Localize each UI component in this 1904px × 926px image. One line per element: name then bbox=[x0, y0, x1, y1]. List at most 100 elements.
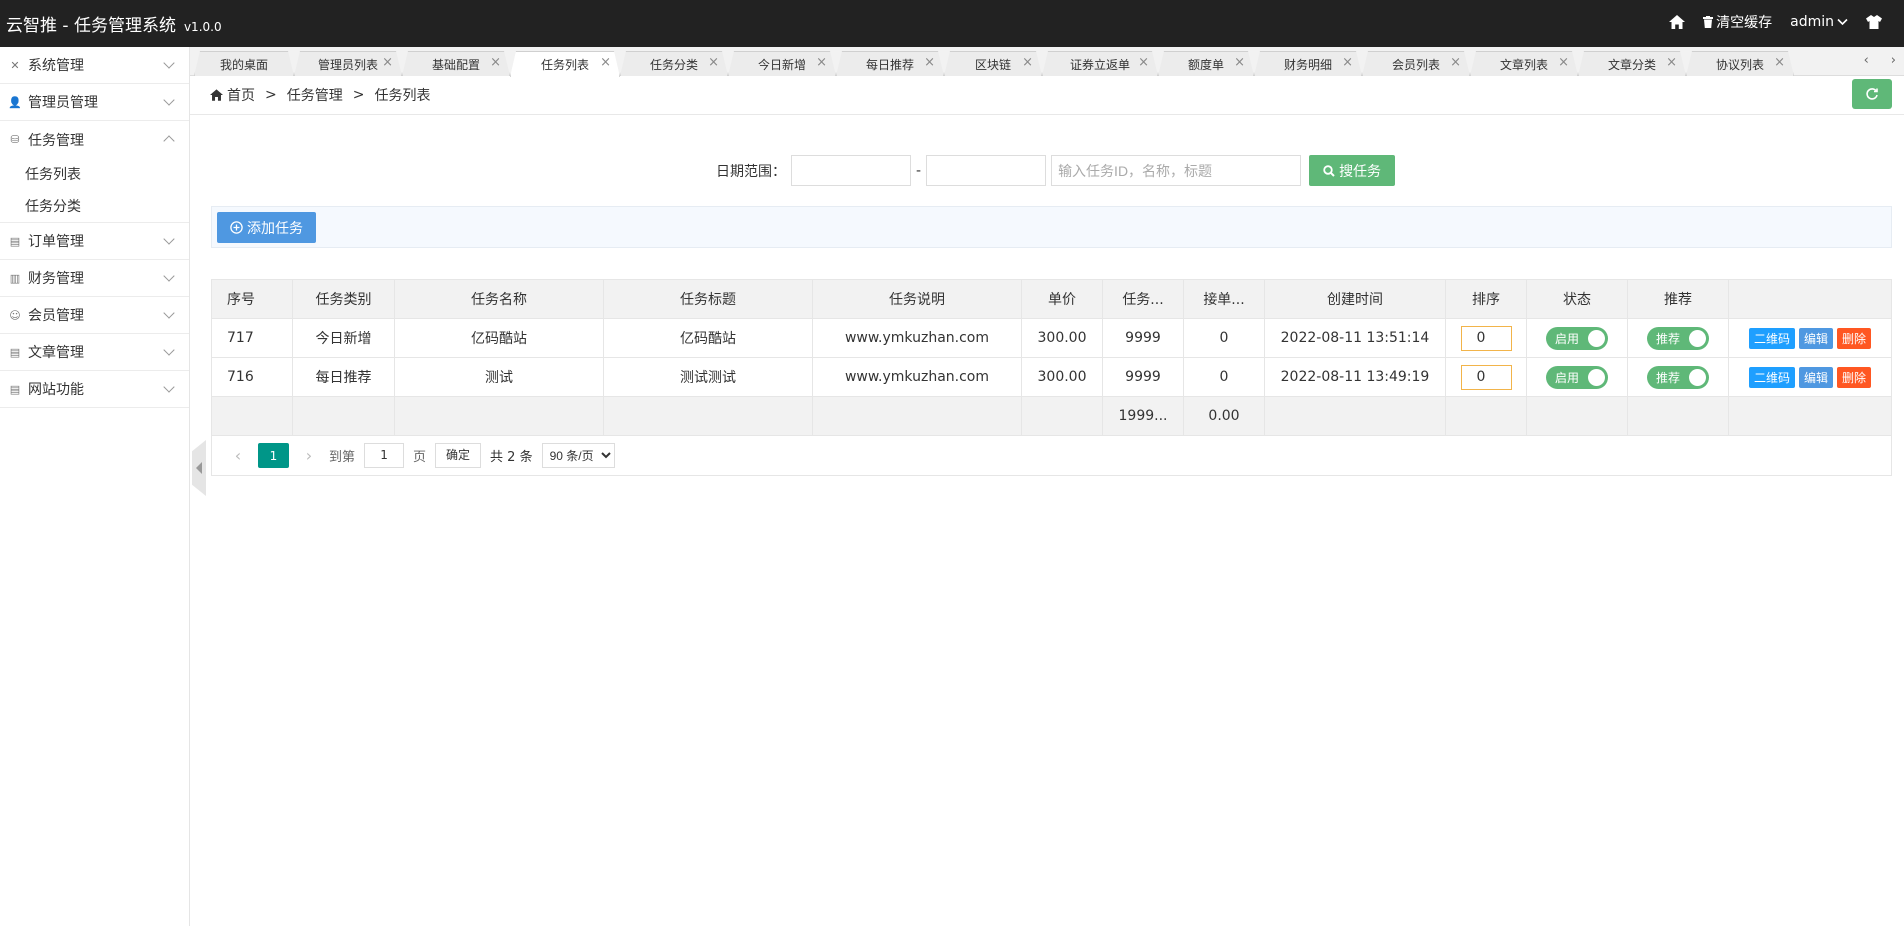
close-icon[interactable]: × bbox=[1342, 55, 1353, 70]
tab-label: 基础配置 bbox=[431, 57, 480, 72]
clear-cache-button[interactable]: 清空缓存 bbox=[1703, 12, 1772, 32]
close-icon[interactable]: × bbox=[708, 55, 719, 70]
col-header-title[interactable]: 任务标题 bbox=[603, 279, 813, 319]
close-icon[interactable]: × bbox=[1666, 55, 1677, 70]
chevron-left-icon[interactable]: ‹ bbox=[1864, 53, 1869, 68]
theme-button[interactable] bbox=[1866, 15, 1882, 29]
qrcode-button[interactable]: 二维码 bbox=[1749, 327, 1795, 349]
prev-page-icon[interactable]: ‹ bbox=[227, 446, 249, 465]
qrcode-button[interactable]: 二维码 bbox=[1749, 366, 1795, 388]
cell-taken: 0 bbox=[1183, 357, 1265, 397]
tab-quota[interactable]: 额度单 × bbox=[1158, 51, 1254, 76]
sort-input[interactable]: 0 bbox=[1460, 364, 1512, 390]
close-icon[interactable]: × bbox=[1138, 55, 1149, 70]
cell-empty bbox=[1728, 396, 1892, 436]
edit-button[interactable]: 编辑 bbox=[1799, 366, 1833, 388]
breadcrumb-home[interactable]: 首页 bbox=[227, 85, 255, 105]
sidebar-subitem-task-category[interactable]: 任务分类 bbox=[0, 190, 189, 223]
app-brand: 云智推 - 任务管理系统 v1.0.0 bbox=[6, 11, 222, 36]
close-icon[interactable]: × bbox=[924, 55, 935, 70]
col-header-id[interactable]: 序号 bbox=[211, 279, 293, 319]
user-name: admin bbox=[1790, 14, 1834, 30]
tab-desktop[interactable]: 我的桌面 bbox=[194, 51, 294, 76]
sidebar-item-site[interactable]: ▤ 网站功能 bbox=[0, 371, 189, 408]
cell-created: 2022-08-11 13:49:19 bbox=[1264, 357, 1446, 397]
app-version: v1.0.0 bbox=[183, 20, 222, 34]
tab-admin-list[interactable]: 管理员列表 × bbox=[294, 51, 402, 76]
sidebar-subitem-task-list[interactable]: 任务列表 bbox=[0, 158, 189, 190]
tab-securities[interactable]: 证券立返单 × bbox=[1042, 51, 1158, 76]
sidebar-collapse-handle[interactable] bbox=[192, 440, 206, 496]
date-end-input[interactable] bbox=[926, 155, 1047, 186]
tab-bar: 我的桌面 管理员列表 × 基础配置 × 任务列表 × 任务分类 × 今日新增 × 每日推荐… bbox=[190, 47, 1904, 76]
status-toggle[interactable]: 启用 bbox=[1546, 326, 1608, 350]
tab-task-category[interactable]: 任务分类 × bbox=[620, 51, 728, 76]
goto-confirm-button[interactable]: 确定 bbox=[435, 443, 482, 468]
sidebar-item-tasks[interactable]: ⛁ 任务管理 bbox=[0, 121, 189, 158]
top-header: 云智推 - 任务管理系统 v1.0.0 清空缓存 admin bbox=[0, 0, 1904, 47]
col-header-status[interactable]: 状态 bbox=[1526, 279, 1628, 319]
tab-task-list[interactable]: 任务列表 × bbox=[510, 51, 620, 77]
sidebar-item-orders[interactable]: ▤ 订单管理 bbox=[0, 223, 189, 260]
refresh-button[interactable] bbox=[1852, 79, 1892, 109]
col-header-name[interactable]: 任务名称 bbox=[394, 279, 604, 319]
search-task-button[interactable]: 搜任务 bbox=[1309, 155, 1396, 186]
edit-button[interactable]: 编辑 bbox=[1799, 327, 1833, 349]
cell-recommend: 推荐 bbox=[1627, 357, 1729, 397]
sidebar-item-members[interactable]: ☺ 会员管理 bbox=[0, 297, 189, 334]
col-header-desc[interactable]: 任务说明 bbox=[812, 279, 1022, 319]
close-icon[interactable]: × bbox=[816, 55, 827, 70]
col-header-sort[interactable]: 排序 bbox=[1445, 279, 1527, 319]
tab-member-list[interactable]: 会员列表 × bbox=[1362, 51, 1470, 76]
date-start-input[interactable] bbox=[791, 155, 911, 186]
add-task-button[interactable]: 添加任务 bbox=[217, 212, 316, 243]
close-icon[interactable]: × bbox=[490, 55, 501, 70]
close-icon[interactable]: × bbox=[1558, 55, 1569, 70]
sidebar-item-system[interactable]: ✕ 系统管理 bbox=[0, 47, 189, 84]
close-icon[interactable]: × bbox=[1234, 55, 1245, 70]
close-icon[interactable]: × bbox=[600, 55, 611, 70]
cell-empty bbox=[1627, 396, 1729, 436]
close-icon[interactable]: × bbox=[1022, 55, 1033, 70]
close-icon[interactable]: × bbox=[1774, 55, 1785, 70]
tab-finance-detail[interactable]: 财务明细 × bbox=[1254, 51, 1362, 76]
tab-article-category[interactable]: 文章分类 × bbox=[1578, 51, 1686, 76]
goto-page-input[interactable]: 1 bbox=[364, 443, 405, 468]
cell-qty: 9999 bbox=[1102, 318, 1184, 358]
col-header-created[interactable]: 创建时间 bbox=[1264, 279, 1446, 319]
tab-today-new[interactable]: 今日新增 × bbox=[728, 51, 836, 76]
page-current[interactable]: 1 bbox=[258, 443, 289, 468]
keyword-search-input[interactable] bbox=[1051, 155, 1302, 186]
tab-daily-recommend[interactable]: 每日推荐 × bbox=[836, 51, 944, 76]
close-icon[interactable]: × bbox=[382, 55, 393, 70]
col-header-category[interactable]: 任务类别 bbox=[292, 279, 395, 319]
tab-basic-config[interactable]: 基础配置 × bbox=[402, 51, 510, 76]
chevron-right-icon[interactable]: › bbox=[1891, 53, 1896, 68]
home-button[interactable] bbox=[1669, 15, 1686, 29]
breadcrumb-level1[interactable]: 任务管理 bbox=[287, 85, 343, 105]
sort-input[interactable]: 0 bbox=[1460, 325, 1512, 351]
col-header-recommend[interactable]: 推荐 bbox=[1627, 279, 1729, 319]
cell-category: 今日新增 bbox=[292, 318, 395, 358]
recommend-toggle[interactable]: 推荐 bbox=[1647, 326, 1709, 350]
delete-button[interactable]: 删除 bbox=[1837, 327, 1871, 349]
status-toggle[interactable]: 启用 bbox=[1546, 365, 1608, 389]
close-icon[interactable]: × bbox=[1450, 55, 1461, 70]
tab-article-list[interactable]: 文章列表 × bbox=[1470, 51, 1578, 76]
sidebar-item-articles[interactable]: ▤ 文章管理 bbox=[0, 334, 189, 371]
col-header-qty[interactable]: 任务... bbox=[1102, 279, 1184, 319]
delete-button[interactable]: 删除 bbox=[1837, 366, 1871, 388]
next-page-icon[interactable]: › bbox=[298, 446, 320, 465]
sidebar-item-finance[interactable]: ▥ 财务管理 bbox=[0, 260, 189, 297]
recommend-toggle[interactable]: 推荐 bbox=[1647, 365, 1709, 389]
sidebar-item-admins[interactable]: 👤 管理员管理 bbox=[0, 84, 189, 121]
chevron-down-icon bbox=[163, 233, 175, 245]
col-header-taken[interactable]: 接单... bbox=[1183, 279, 1265, 319]
cell-actions: 二维码 编辑 删除 bbox=[1728, 318, 1892, 358]
tab-agreement-list[interactable]: 协议列表 × bbox=[1686, 51, 1794, 76]
col-header-price[interactable]: 单价 bbox=[1021, 279, 1103, 319]
tab-blockchain[interactable]: 区块链 × bbox=[944, 51, 1042, 76]
database-icon: ⛁ bbox=[10, 133, 20, 146]
page-size-select[interactable]: 90 条/页 bbox=[541, 443, 615, 468]
user-menu[interactable]: admin bbox=[1790, 14, 1848, 30]
